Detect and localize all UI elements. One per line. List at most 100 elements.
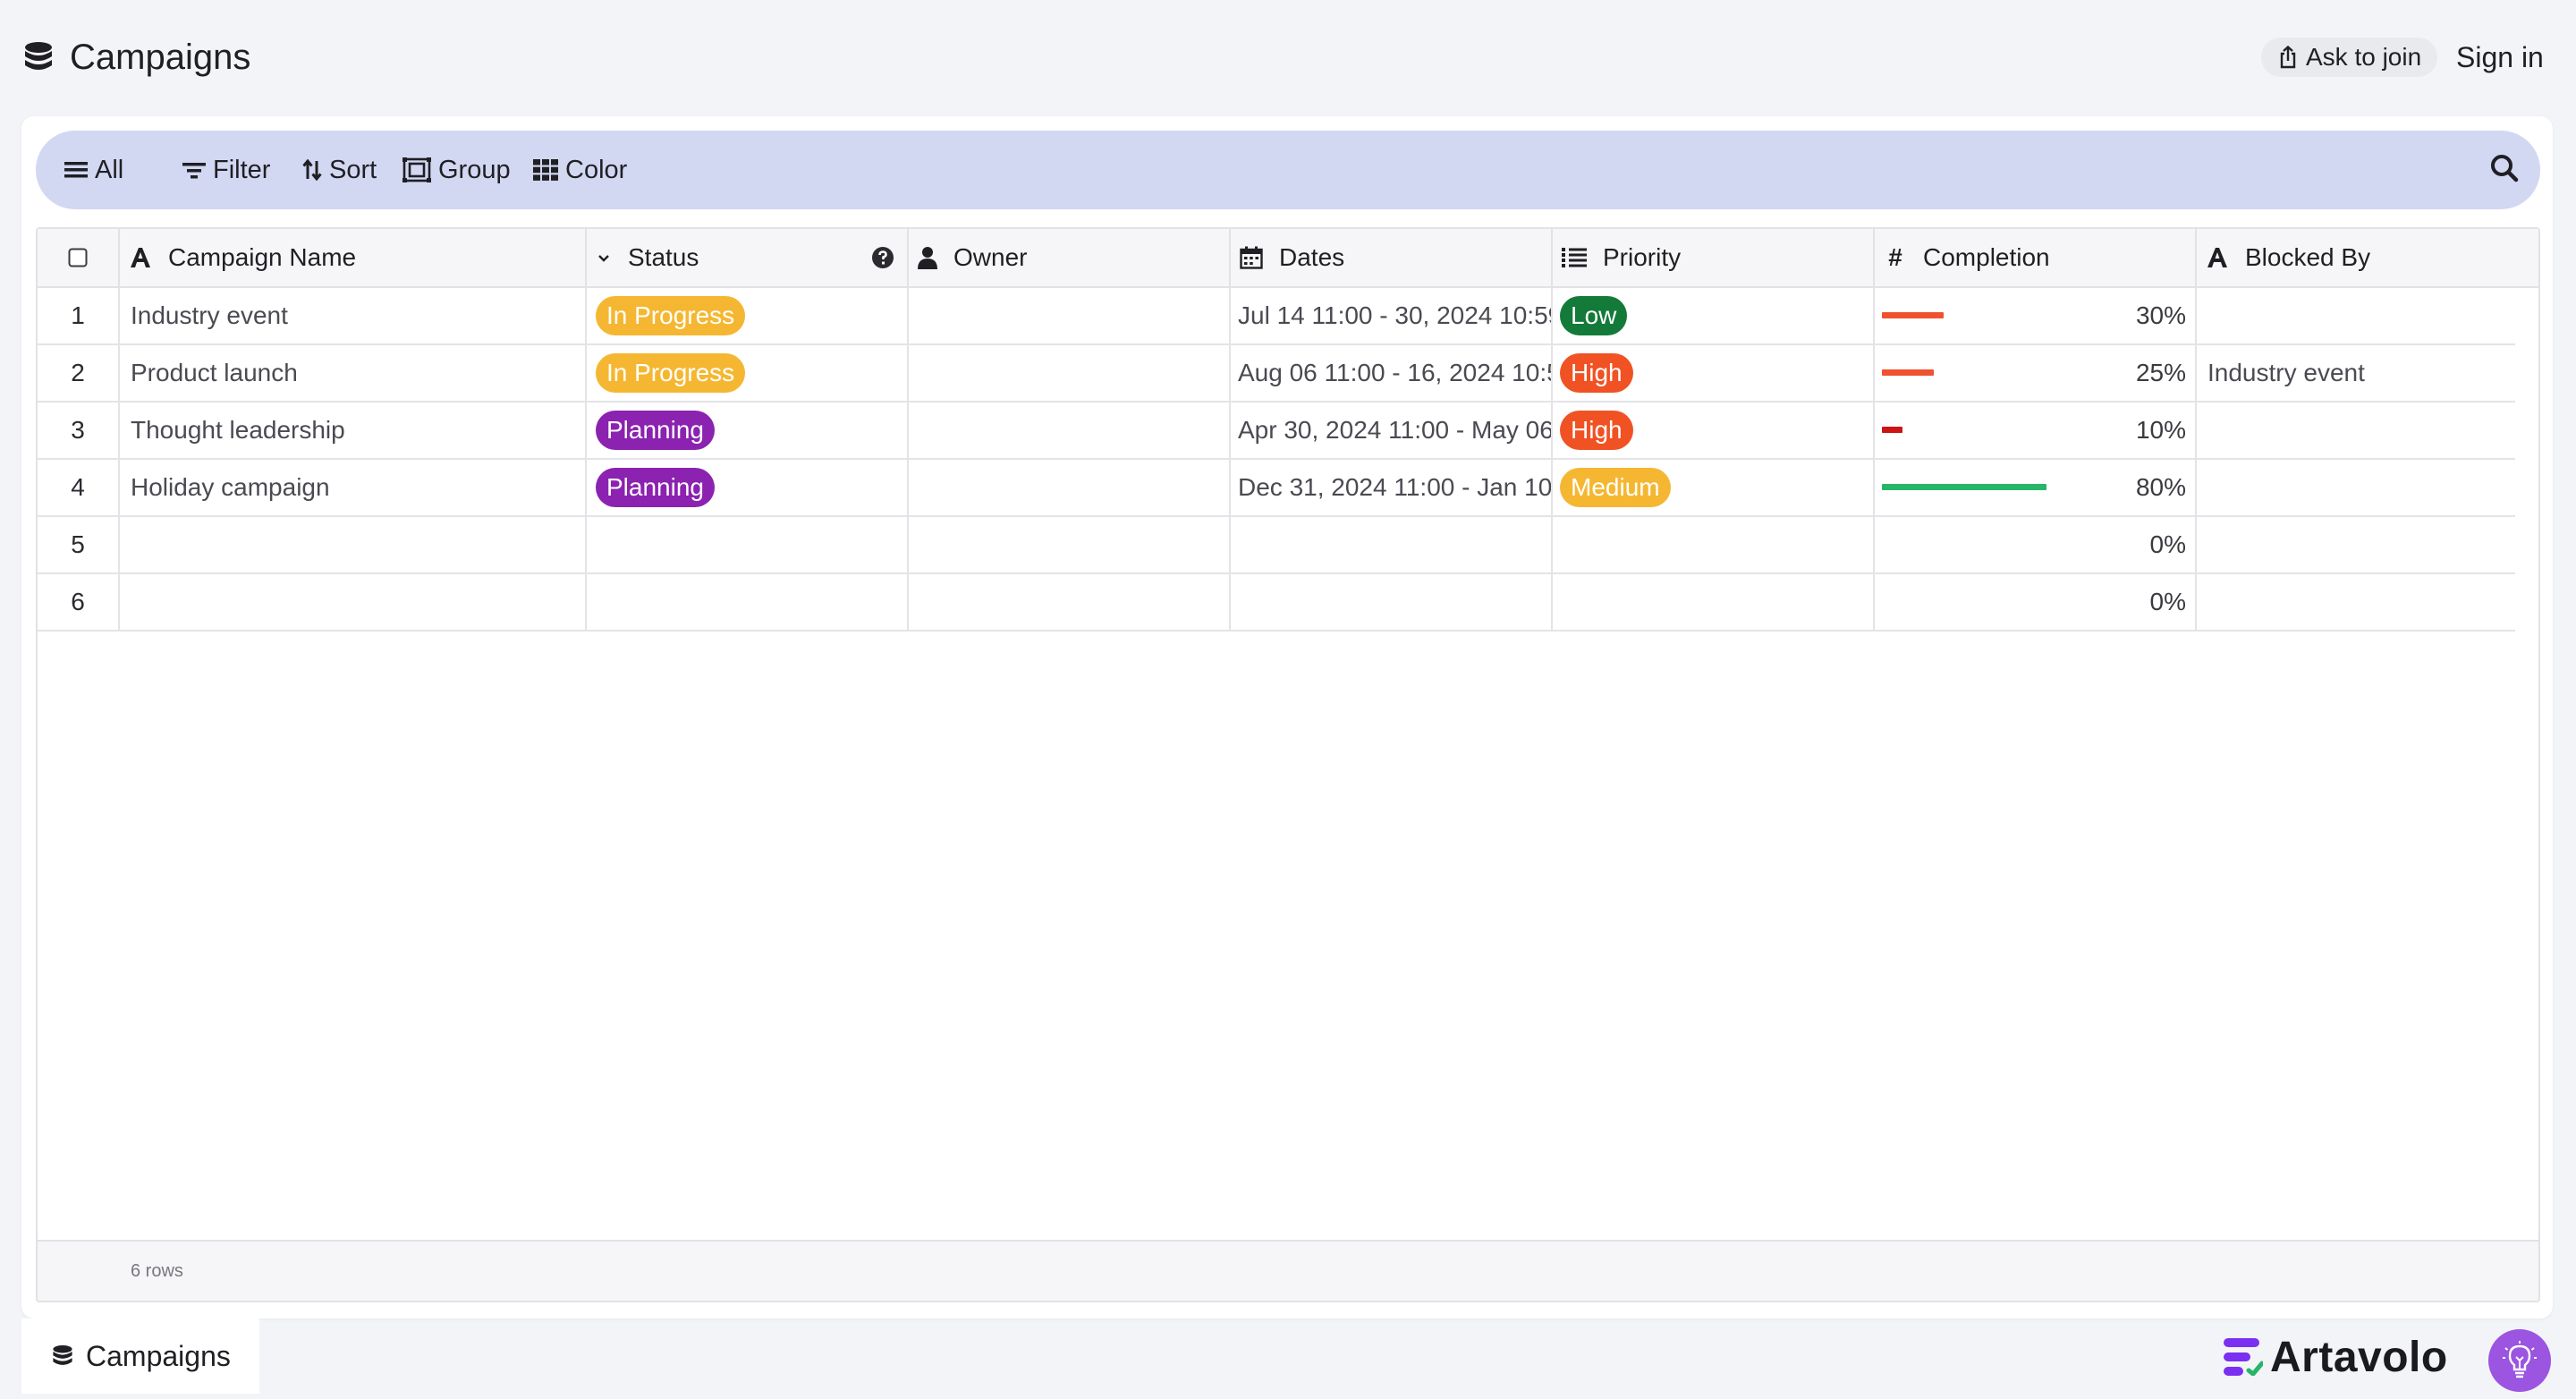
table-row[interactable]: 6 0% — [38, 574, 2515, 632]
filter-button[interactable]: Filter — [182, 131, 270, 209]
row-count: 6 rows — [131, 1261, 183, 1281]
column-label: Completion — [1923, 243, 2050, 271]
cell-blocked-by[interactable] — [2197, 288, 2515, 343]
brand-logo[interactable]: Artavolo — [2224, 1333, 2448, 1381]
cell-owner[interactable] — [909, 403, 1231, 458]
column-header-owner[interactable]: Owner — [909, 229, 1231, 286]
cell-blocked-by[interactable] — [2197, 460, 2515, 515]
cell-priority[interactable]: High — [1553, 345, 1875, 401]
database-icon — [52, 1344, 73, 1368]
cell-status[interactable] — [587, 517, 909, 572]
cell-status[interactable] — [587, 574, 909, 630]
person-icon — [918, 246, 937, 269]
cell-owner[interactable] — [909, 517, 1231, 572]
cell-status[interactable]: In Progress — [587, 345, 909, 401]
grid-footer: 6 rows — [38, 1240, 2538, 1301]
column-header-completion[interactable]: # Completion — [1875, 229, 2197, 286]
progress-fill — [1882, 312, 1944, 318]
tips-button[interactable] — [2488, 1329, 2551, 1392]
column-header-dates[interactable]: Dates — [1231, 229, 1553, 286]
cell-completion[interactable]: 30% — [1875, 288, 2197, 343]
table-row[interactable]: 5 0% — [38, 517, 2515, 574]
color-label: Color — [565, 155, 628, 184]
numbered-list-icon — [1562, 247, 1587, 268]
top-bar: Campaigns Ask to join Sign in — [0, 0, 2576, 114]
table-row[interactable]: 3 Thought leadership Planning Apr 30, 20… — [38, 403, 2515, 460]
cell-dates[interactable] — [1231, 517, 1553, 572]
cell-completion[interactable]: 10% — [1875, 403, 2197, 458]
cell-campaign-name[interactable]: Thought leadership — [120, 403, 587, 458]
progress-bar — [1882, 427, 2088, 434]
brand-name: Artavolo — [2270, 1333, 2448, 1381]
color-button[interactable]: Color — [533, 131, 627, 209]
search-button[interactable] — [2490, 154, 2522, 186]
cell-blocked-by[interactable] — [2197, 574, 2515, 630]
column-header-priority[interactable]: Priority — [1553, 229, 1875, 286]
ask-to-join-button[interactable]: Ask to join — [2261, 38, 2438, 77]
cell-campaign-name[interactable]: Holiday campaign — [120, 460, 587, 515]
sort-icon — [302, 159, 322, 181]
view-all-button[interactable]: All — [64, 131, 123, 209]
cell-dates[interactable]: Apr 30, 2024 11:00 - May 06 — [1231, 403, 1553, 458]
column-label: Blocked By — [2245, 243, 2371, 271]
priority-badge: Medium — [1560, 468, 1671, 507]
table-row[interactable]: 2 Product launch In Progress Aug 06 11:0… — [38, 345, 2515, 403]
sign-in-link[interactable]: Sign in — [2456, 38, 2544, 77]
group-button[interactable]: Group — [402, 131, 511, 209]
cell-blocked-by[interactable] — [2197, 517, 2515, 572]
cell-priority[interactable] — [1553, 517, 1875, 572]
status-badge: Planning — [596, 468, 715, 507]
table-row[interactable]: 1 Industry event In Progress Jul 14 11:0… — [38, 288, 2515, 345]
column-header-status[interactable]: Status — [587, 229, 909, 286]
cell-dates[interactable]: Dec 31, 2024 11:00 - Jan 10 — [1231, 460, 1553, 515]
cell-completion[interactable]: 25% — [1875, 345, 2197, 401]
cell-owner[interactable] — [909, 574, 1231, 630]
cell-blocked-by[interactable] — [2197, 403, 2515, 458]
sort-label: Sort — [329, 155, 377, 184]
progress-fill — [1882, 369, 1934, 376]
sheet-tab-label: Campaigns — [86, 1339, 231, 1372]
cell-owner[interactable] — [909, 345, 1231, 401]
sort-button[interactable]: Sort — [302, 131, 377, 209]
cell-status[interactable]: Planning — [587, 460, 909, 515]
cell-campaign-name[interactable] — [120, 574, 587, 630]
column-header-blocked-by[interactable]: Blocked By — [2197, 229, 2538, 286]
cell-status[interactable]: Planning — [587, 403, 909, 458]
completion-value: 25% — [2135, 359, 2186, 386]
sheet-tab-campaigns[interactable]: Campaigns — [21, 1318, 259, 1394]
cell-dates[interactable] — [1231, 574, 1553, 630]
completion-value: 0% — [2149, 588, 2186, 615]
cell-priority[interactable] — [1553, 574, 1875, 630]
cell-campaign-name[interactable]: Industry event — [120, 288, 587, 343]
select-all-checkbox[interactable] — [38, 229, 120, 286]
help-icon[interactable] — [871, 246, 894, 269]
cell-campaign-name[interactable]: Product launch — [120, 345, 587, 401]
search-icon — [2490, 154, 2522, 182]
cell-completion[interactable]: 0% — [1875, 574, 2197, 630]
row-number: 3 — [38, 403, 120, 458]
progress-fill — [1882, 427, 1902, 433]
cell-blocked-by[interactable]: Industry event — [2197, 345, 2515, 401]
cell-priority[interactable]: High — [1553, 403, 1875, 458]
table-row[interactable]: 4 Holiday campaign Planning Dec 31, 2024… — [38, 460, 2515, 517]
app-title: Campaigns — [23, 36, 250, 79]
column-header-campaign-name[interactable]: Campaign Name — [120, 229, 587, 286]
cell-priority[interactable]: Medium — [1553, 460, 1875, 515]
cell-owner[interactable] — [909, 288, 1231, 343]
cell-campaign-name[interactable] — [120, 517, 587, 572]
completion-value: 10% — [2135, 416, 2186, 444]
filter-label: Filter — [213, 155, 271, 184]
column-label: Owner — [953, 243, 1028, 271]
cell-completion[interactable]: 80% — [1875, 460, 2197, 515]
cell-status[interactable]: In Progress — [587, 288, 909, 343]
progress-bar — [1882, 312, 2088, 319]
logo-icon — [2224, 1338, 2263, 1376]
cell-completion[interactable]: 0% — [1875, 517, 2197, 572]
cell-owner[interactable] — [909, 460, 1231, 515]
cell-dates[interactable]: Aug 06 11:00 - 16, 2024 10:59 — [1231, 345, 1553, 401]
cell-priority[interactable]: Low — [1553, 288, 1875, 343]
row-number: 1 — [38, 288, 120, 343]
group-icon — [402, 157, 431, 182]
row-number: 2 — [38, 345, 120, 401]
cell-dates[interactable]: Jul 14 11:00 - 30, 2024 10:59 — [1231, 288, 1553, 343]
